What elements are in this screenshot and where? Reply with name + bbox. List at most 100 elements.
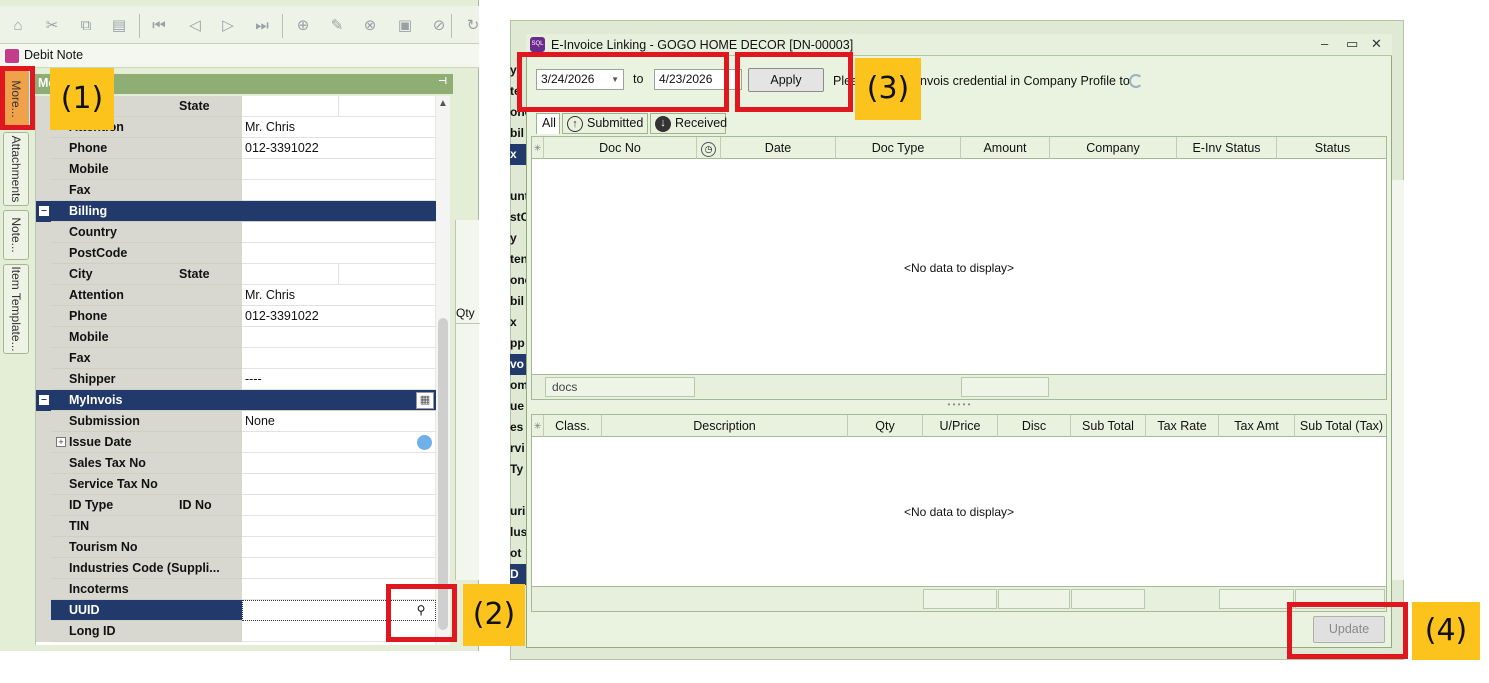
col-qty[interactable]: Qty — [848, 415, 923, 437]
field-value-attention[interactable]: Mr. Chris — [242, 285, 436, 306]
field-value-tourism-no[interactable] — [242, 537, 436, 558]
vtab-attachments[interactable]: Attachments — [3, 132, 29, 206]
field-value-sales-tax-no[interactable] — [242, 453, 436, 474]
field-row[interactable]: Shipper ---- — [36, 369, 436, 390]
category-row-myinvois[interactable]: – MyInvois ▦ — [36, 390, 436, 411]
field-row[interactable]: Service Tax No — [36, 474, 436, 495]
new-doc-icon[interactable]: ⊕ — [292, 15, 314, 37]
col-doc-type[interactable]: Doc Type — [836, 137, 961, 159]
field-row[interactable]: UUID ⚲ — [36, 600, 436, 621]
cut-icon[interactable]: ✂ — [41, 15, 63, 37]
expand-icon[interactable]: + — [56, 437, 66, 447]
save-icon[interactable]: ▣ — [394, 15, 416, 37]
minimize-button[interactable]: – — [1321, 36, 1328, 51]
col-company[interactable]: Company — [1050, 137, 1177, 159]
col-uprice[interactable]: U/Price — [923, 415, 998, 437]
col-status[interactable]: Status — [1277, 137, 1388, 159]
clock-icon[interactable]: ◷ — [697, 137, 721, 159]
qr-code-icon[interactable]: ▦ — [416, 392, 434, 409]
col-description[interactable]: Description — [602, 415, 848, 437]
col-class[interactable]: Class. — [544, 415, 602, 437]
field-row[interactable]: Long ID — [36, 621, 436, 642]
collapse-icon[interactable]: – — [39, 206, 49, 216]
field-row[interactable]: Mobile — [36, 159, 436, 180]
col-amount[interactable]: Amount — [961, 137, 1050, 159]
next-record-icon[interactable]: ▷ — [217, 15, 239, 37]
field-value-postcode[interactable] — [242, 243, 436, 264]
field-value-city[interactable] — [242, 264, 436, 285]
col-einv-status[interactable]: E-Inv Status — [1177, 137, 1277, 159]
field-value-phone[interactable]: 012-3391022 — [242, 306, 436, 327]
vtab-item-template[interactable]: Item Template... — [3, 264, 29, 354]
field-value-id-type[interactable] — [242, 495, 436, 516]
col-sub-total-tax[interactable]: Sub Total (Tax) — [1295, 415, 1388, 437]
close-button[interactable]: ✕ — [1371, 36, 1382, 52]
last-record-icon[interactable]: ⏭ — [251, 15, 273, 37]
refresh-icon[interactable]: ↻ — [462, 15, 484, 37]
field-row[interactable]: Fax — [36, 348, 436, 369]
delete-doc-icon[interactable]: ⊗ — [359, 15, 381, 37]
field-value-issue-date[interactable] — [242, 432, 436, 453]
vtab-note[interactable]: Note... — [3, 210, 29, 260]
col-tax-rate[interactable]: Tax Rate — [1146, 415, 1219, 437]
category-row-billing[interactable]: – Billing — [36, 201, 436, 222]
col-disc[interactable]: Disc — [998, 415, 1071, 437]
property-grid-scrollbar[interactable]: ▲ — [436, 96, 450, 645]
col-tax-amt[interactable]: Tax Amt — [1219, 415, 1295, 437]
field-row[interactable]: PostCode — [36, 243, 436, 264]
field-value-industries-code-suppli[interactable] — [242, 558, 436, 579]
field-value-fax[interactable] — [242, 180, 436, 201]
collapse-icon[interactable]: – — [39, 395, 49, 405]
field-row[interactable]: City State — [36, 264, 436, 285]
field-row[interactable]: ID Type ID No — [36, 495, 436, 516]
field-value-fax[interactable] — [242, 348, 436, 369]
field-row[interactable]: AttentionMr. Chris — [36, 285, 436, 306]
col-date[interactable]: Date — [721, 137, 836, 159]
field-value-country[interactable] — [242, 222, 436, 243]
paste-icon[interactable]: ▤ — [108, 15, 130, 37]
col-doc-no[interactable]: Doc No — [544, 137, 697, 159]
field-value-shipper[interactable]: ---- — [242, 369, 436, 390]
field-row[interactable]: Fax — [36, 180, 436, 201]
first-record-icon[interactable]: ⏮ — [148, 15, 170, 37]
tab-received[interactable]: ↓ Received — [650, 113, 728, 134]
maximize-button[interactable]: ▭ — [1346, 36, 1358, 52]
field-row[interactable]: Sales Tax No — [36, 453, 436, 474]
field-value-phone[interactable]: 012-3391022 — [242, 138, 436, 159]
field-value-service-tax-no[interactable] — [242, 474, 436, 495]
edit-doc-icon[interactable]: ✎ — [326, 15, 348, 37]
home-icon[interactable]: ⌂ — [7, 15, 29, 37]
globe-icon[interactable] — [417, 435, 432, 450]
cancel-icon[interactable]: ⊘ — [428, 15, 450, 37]
field-row[interactable]: Submission None — [36, 411, 436, 432]
field-value-submission[interactable]: None — [242, 411, 436, 432]
field-row[interactable]: Industries Code (Suppli... — [36, 558, 436, 579]
scroll-up-icon[interactable]: ▲ — [438, 98, 448, 109]
disc-total-cell — [998, 589, 1070, 609]
field-row[interactable]: Phone 012-3391022 — [36, 138, 436, 159]
col-sub-total[interactable]: Sub Total — [1071, 415, 1146, 437]
field-value-mobile[interactable] — [242, 327, 436, 348]
field-row[interactable]: Incoterms — [36, 579, 436, 600]
field-row[interactable]: Phone 012-3391022 — [36, 306, 436, 327]
field-label: Shipper — [51, 369, 242, 390]
field-row[interactable]: Issue Date + — [36, 432, 436, 453]
tab-all[interactable]: All — [536, 113, 560, 134]
pin-icon[interactable]: ⊣ — [438, 76, 447, 87]
field-value-tin[interactable] — [242, 516, 436, 537]
row-indicator — [36, 537, 51, 558]
field-row[interactable]: Tourism No — [36, 537, 436, 558]
field-label: City — [51, 264, 242, 285]
tab-received-label: Received — [675, 116, 728, 130]
grid-splitter[interactable]: • • • • • — [947, 401, 971, 409]
tab-submitted[interactable]: ↑ Submitted — [562, 113, 648, 134]
refresh-spinner-icon[interactable] — [1129, 74, 1143, 88]
field-value[interactable] — [242, 96, 436, 117]
prev-record-icon[interactable]: ◁ — [184, 15, 206, 37]
copy-icon[interactable]: ⧉ — [75, 15, 97, 37]
field-row[interactable]: Mobile — [36, 327, 436, 348]
field-value-mobile[interactable] — [242, 159, 436, 180]
field-row[interactable]: Country — [36, 222, 436, 243]
field-row[interactable]: TIN — [36, 516, 436, 537]
field-value-attention[interactable]: Mr. Chris — [242, 117, 436, 138]
